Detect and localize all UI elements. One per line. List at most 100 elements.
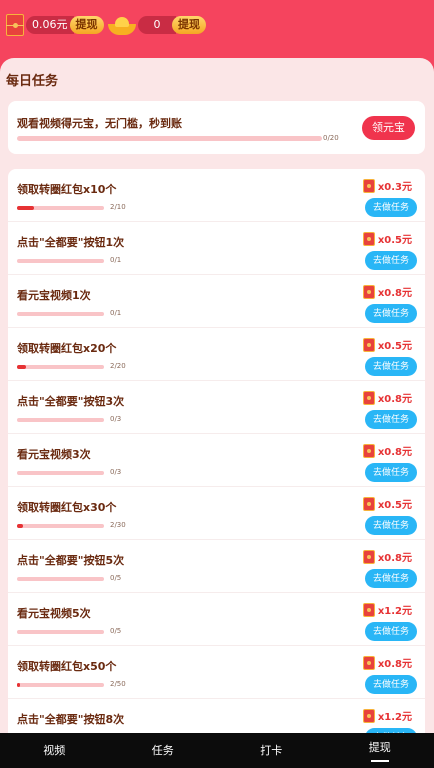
task-name: 点击"全都要"按钮3次 xyxy=(17,395,125,408)
task-progress-bar xyxy=(17,683,104,687)
task-reward: x0.8元 xyxy=(362,390,412,405)
task-progress-fill xyxy=(17,206,35,210)
nav-tab[interactable]: 视频 xyxy=(0,733,109,768)
nav-tab-label: 视频 xyxy=(43,744,66,757)
task-name: 点击"全都要"按钮5次 xyxy=(17,554,125,567)
task-reward-amount: x1.2元 xyxy=(377,712,412,723)
do-task-button[interactable]: 去做任务 xyxy=(365,516,417,535)
do-task-button[interactable]: 去做任务 xyxy=(365,622,417,641)
red-envelope-icon xyxy=(362,390,375,405)
watch-video-label: 观看视频得元宝，无门槛，秒到账 xyxy=(17,117,182,130)
task-progress-bar xyxy=(17,418,104,422)
task-name: 点击"全都要"按钮1次 xyxy=(17,236,125,249)
task-progress-count: 2/10 xyxy=(110,203,126,211)
task-row: 领取转圈红包x10个 2/10 x0.3元去做任务 xyxy=(8,169,425,222)
task-progress-count: 2/50 xyxy=(110,680,126,688)
task-name: 领取转圈红包x50个 xyxy=(17,660,117,673)
redpack-value: 0.06元 xyxy=(26,16,74,34)
task-reward-amount: x0.8元 xyxy=(377,553,412,564)
task-row: 看元宝视频5次 0/5 x1.2元去做任务 xyxy=(8,593,425,646)
task-reward-amount: x0.8元 xyxy=(377,659,412,670)
task-progress-bar xyxy=(17,471,104,475)
task-progress-bar xyxy=(17,206,104,210)
task-name: 领取转圈红包x10个 xyxy=(17,183,117,196)
do-task-button[interactable]: 去做任务 xyxy=(365,410,417,429)
task-row: 领取转圈红包x30个 2/30 x0.5元去做任务 xyxy=(8,487,425,540)
red-envelope-icon xyxy=(362,284,375,299)
task-progress-bar xyxy=(17,630,104,634)
task-progress-bar xyxy=(17,577,104,581)
task-reward-amount: x0.8元 xyxy=(377,447,412,458)
red-envelope-icon xyxy=(362,602,375,617)
task-reward: x0.5元 xyxy=(362,496,412,511)
redpack-withdraw-button[interactable]: 提现 xyxy=(69,16,104,34)
do-task-button[interactable]: 去做任务 xyxy=(365,463,417,482)
task-progress-bar xyxy=(17,365,104,369)
task-progress-fill xyxy=(17,365,26,369)
task-progress-bar xyxy=(17,259,104,263)
task-reward-amount: x0.5元 xyxy=(377,500,412,511)
nav-tab[interactable]: 打卡 xyxy=(217,733,326,768)
red-envelope-icon xyxy=(362,231,375,246)
task-reward: x0.5元 xyxy=(362,231,412,246)
section-title: 每日任务 xyxy=(6,74,59,89)
task-row: 看元宝视频3次 0/3 x0.8元 去做任务 xyxy=(8,434,425,487)
collect-yuanbao-button[interactable]: 领元宝 xyxy=(362,116,415,140)
nav-tab[interactable]: 任务 xyxy=(109,733,218,768)
gold-ingot-icon xyxy=(108,15,136,35)
task-progress-count: 2/30 xyxy=(110,521,126,529)
task-reward-amount: x0.8元 xyxy=(377,288,412,299)
do-task-button[interactable]: 去做任务 xyxy=(365,357,417,376)
task-reward: x0.5元 xyxy=(362,337,412,352)
top-bar: 0.06元 提现 0 提现 xyxy=(0,0,434,60)
do-task-button[interactable]: 去做任务 xyxy=(365,675,417,694)
task-progress-count: 2/20 xyxy=(110,362,126,370)
task-name: 看元宝视频5次 xyxy=(17,607,91,620)
task-reward: x0.8元 xyxy=(362,655,412,670)
task-reward-amount: x0.3元 xyxy=(377,182,412,193)
task-row: 点击"全都要"按钮1次 0/1 x0.5元去做任务 xyxy=(8,222,425,275)
task-progress-fill xyxy=(17,683,21,687)
watch-video-progress-bar xyxy=(17,136,322,141)
task-progress-count: 0/5 xyxy=(110,627,122,635)
task-reward: x0.3元 xyxy=(362,178,412,193)
task-list: 领取转圈红包x10个 2/10 x0.3元 去做任务 点击"全都要"按钮1次 0/1 x0.… xyxy=(8,169,425,733)
task-reward: x1.2元 xyxy=(362,708,412,723)
yuanbao-balance[interactable]: 0 提现 xyxy=(108,14,206,36)
task-row: 点击"全都要"按钮3次 0/3 x0.8元去做任务 xyxy=(8,381,425,434)
do-task-button[interactable]: 去做任务 xyxy=(365,304,417,323)
task-name: 看元宝视频3次 xyxy=(17,448,91,461)
task-progress-bar xyxy=(17,312,104,316)
task-progress-bar xyxy=(17,524,104,528)
red-envelope-icon xyxy=(362,655,375,670)
do-task-button[interactable]: 去做任务 xyxy=(365,569,417,588)
red-envelope-icon xyxy=(362,549,375,564)
red-envelope-icon xyxy=(362,337,375,352)
red-envelope-icon xyxy=(362,708,375,723)
task-progress-count: 0/1 xyxy=(110,256,122,264)
task-row: 看元宝视频1次 0/1 x0.8元去做任务 xyxy=(8,275,425,328)
nav-tab[interactable]: 提现 xyxy=(326,733,434,768)
task-progress-fill xyxy=(17,524,23,528)
task-progress-count: 0/1 xyxy=(110,309,122,317)
task-row: 领取转圈红包x50个 2/50 x0.8元去做任务 xyxy=(8,646,425,699)
task-name: 领取转圈红包x30个 xyxy=(17,501,117,514)
nav-tab-label: 任务 xyxy=(151,744,174,757)
task-progress-count: 0/5 xyxy=(110,574,122,582)
task-progress-count: 0/3 xyxy=(110,415,122,423)
do-task-button[interactable]: 去做任务 xyxy=(365,198,417,217)
do-task-button[interactable]: 去做任务 xyxy=(365,251,417,270)
nav-tab-label: 提现 xyxy=(368,741,391,754)
task-reward-amount: x0.8元 xyxy=(377,394,412,405)
task-reward-amount: x0.5元 xyxy=(377,235,412,246)
redpack-balance[interactable]: 0.06元 提现 xyxy=(6,14,104,36)
yuanbao-withdraw-button[interactable]: 提现 xyxy=(172,16,206,34)
yuanbao-value: 0 xyxy=(138,16,176,34)
red-envelope-icon xyxy=(362,178,375,193)
nav-tab-label: 打卡 xyxy=(260,744,283,757)
task-row: 点击"全都要"按钮8次x1.2元去做任务 xyxy=(8,699,425,733)
red-envelope-icon xyxy=(362,496,375,511)
task-name: 看元宝视频1次 xyxy=(17,289,91,302)
task-reward-amount: x1.2元 xyxy=(377,606,412,617)
task-row: 领取转圈红包x20个 2/20 x0.5元 去做任务 xyxy=(8,328,425,381)
